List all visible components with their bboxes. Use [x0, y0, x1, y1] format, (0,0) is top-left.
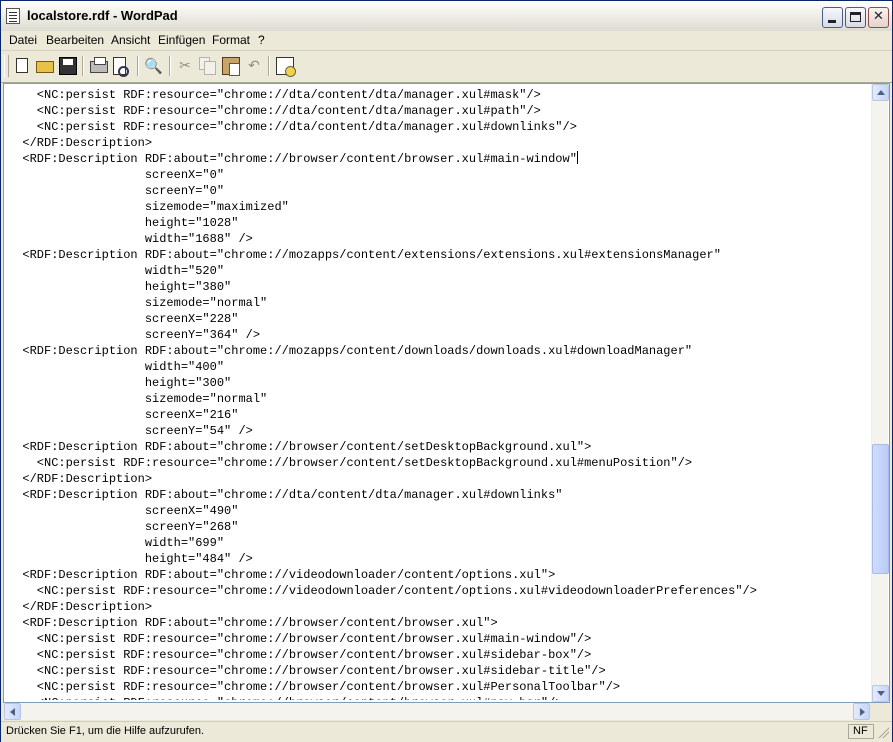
- status-text: Drücken Sie F1, um die Hilfe aufzurufen.: [6, 725, 205, 737]
- toolbar-separator: [169, 56, 171, 76]
- document-line[interactable]: screenX="228": [8, 311, 239, 327]
- document-line[interactable]: </RDF:Description>: [8, 599, 152, 615]
- document-line[interactable]: <NC:persist RDF:resource="chrome://brows…: [8, 631, 592, 647]
- document-line[interactable]: <RDF:Description RDF:about="chrome://bro…: [8, 439, 591, 455]
- menu-datei[interactable]: Datei: [9, 33, 37, 47]
- vertical-scrollbar[interactable]: [871, 84, 889, 702]
- document-line[interactable]: <NC:persist RDF:resource="chrome://brows…: [8, 695, 563, 700]
- status-bar: Drücken Sie F1, um die Hilfe aufzurufen.…: [1, 721, 892, 742]
- document-line[interactable]: screenY="0": [8, 183, 224, 199]
- menu-ansicht[interactable]: Ansicht: [111, 33, 150, 47]
- document-line[interactable]: screenY="54" />: [8, 423, 253, 439]
- title-bar[interactable]: localstore.rdf - WordPad: [1, 1, 892, 32]
- document-line[interactable]: <RDF:Description RDF:about="chrome://moz…: [8, 247, 721, 263]
- document-line[interactable]: <RDF:Description RDF:about="chrome://bro…: [8, 615, 497, 631]
- document-line[interactable]: screenX="490": [8, 503, 239, 519]
- scrollbar-corner: [871, 703, 888, 720]
- print-preview-icon[interactable]: [113, 57, 129, 77]
- maximize-button[interactable]: [845, 7, 866, 28]
- document-line[interactable]: height="300": [8, 375, 231, 391]
- document-line[interactable]: </RDF:Description>: [8, 471, 152, 487]
- cut-icon[interactable]: ✂: [176, 57, 194, 75]
- document-line[interactable]: <RDF:Description RDF:about="chrome://moz…: [8, 343, 692, 359]
- document-line[interactable]: screenY="268": [8, 519, 239, 535]
- print-icon[interactable]: [90, 57, 108, 73]
- document-line[interactable]: <NC:persist RDF:resource="chrome://dta/c…: [8, 103, 541, 119]
- document-line[interactable]: <NC:persist RDF:resource="chrome://brows…: [8, 647, 592, 663]
- document-line[interactable]: width="400": [8, 359, 224, 375]
- document-line[interactable]: <RDF:Description RDF:about="chrome://bro…: [8, 151, 578, 167]
- document-line[interactable]: screenX="0": [8, 167, 224, 183]
- close-button[interactable]: [868, 7, 889, 28]
- scroll-right-button[interactable]: [853, 703, 870, 720]
- date-time-icon[interactable]: [276, 57, 296, 77]
- undo-icon[interactable]: ↶: [245, 57, 263, 75]
- menu-format[interactable]: Format: [212, 33, 250, 47]
- document-line[interactable]: height="380": [8, 279, 231, 295]
- paste-icon[interactable]: [222, 57, 240, 76]
- document-line[interactable]: width="1688" />: [8, 231, 253, 247]
- document-line[interactable]: </RDF:Description>: [8, 135, 152, 151]
- document-line[interactable]: <NC:persist RDF:resource="chrome://brows…: [8, 663, 606, 679]
- scroll-up-button[interactable]: [872, 84, 889, 101]
- toolbar-separator: [268, 56, 270, 76]
- document-line[interactable]: <NC:persist RDF:resource="chrome://brows…: [8, 679, 620, 695]
- new-icon[interactable]: [16, 58, 28, 73]
- document-line[interactable]: sizemode="normal": [8, 295, 267, 311]
- document-area[interactable]: <NC:persist RDF:resource="chrome://dta/c…: [3, 83, 890, 703]
- menu-einfuegen[interactable]: Einfügen: [158, 33, 205, 47]
- wordpad-app-icon[interactable]: [6, 8, 20, 24]
- document-line[interactable]: <NC:persist RDF:resource="chrome://video…: [8, 583, 757, 599]
- resize-grip[interactable]: [877, 726, 889, 738]
- document-line[interactable]: <NC:persist RDF:resource="chrome://dta/c…: [8, 87, 541, 103]
- document-line[interactable]: sizemode="maximized": [8, 199, 289, 215]
- status-panel-num: NF: [848, 724, 874, 739]
- find-icon[interactable]: 🔍: [144, 57, 163, 75]
- document-line[interactable]: <NC:persist RDF:resource="chrome://brows…: [8, 455, 692, 471]
- document-line[interactable]: width="520": [8, 263, 224, 279]
- save-icon[interactable]: [59, 57, 77, 75]
- document-line[interactable]: <RDF:Description RDF:about="chrome://vid…: [8, 567, 555, 583]
- document-line[interactable]: height="1028": [8, 215, 239, 231]
- document-line[interactable]: width="699": [8, 535, 224, 551]
- open-icon[interactable]: [36, 61, 54, 73]
- menu-bar: Datei Bearbeiten Ansicht Einfügen Format…: [1, 31, 892, 51]
- vertical-scroll-thumb[interactable]: [872, 444, 889, 574]
- document-line[interactable]: <RDF:Description RDF:about="chrome://dta…: [8, 487, 562, 503]
- toolbar-separator: [82, 56, 84, 76]
- document-line[interactable]: <NC:persist RDF:resource="chrome://dta/c…: [8, 119, 577, 135]
- window-title: localstore.rdf - WordPad: [27, 8, 178, 23]
- scroll-left-button[interactable]: [4, 703, 21, 720]
- text-caret: [576, 151, 578, 164]
- document-line[interactable]: sizemode="normal": [8, 391, 267, 407]
- minimize-button[interactable]: [822, 7, 843, 28]
- copy-icon[interactable]: [199, 57, 216, 75]
- menu-bearbeiten[interactable]: Bearbeiten: [46, 33, 104, 47]
- toolbar: 🔍 ✂ ↶: [1, 51, 892, 83]
- document-line[interactable]: screenX="216": [8, 407, 239, 423]
- document-line[interactable]: height="484" />: [8, 551, 253, 567]
- wordpad-window: localstore.rdf - WordPad Datei Bearbeite…: [0, 0, 893, 742]
- document-line[interactable]: screenY="364" />: [8, 327, 260, 343]
- menu-help[interactable]: ?: [258, 33, 265, 47]
- toolbar-grip[interactable]: [4, 55, 9, 77]
- horizontal-scrollbar[interactable]: [4, 703, 870, 720]
- document-text[interactable]: <NC:persist RDF:resource="chrome://dta/c…: [8, 87, 868, 700]
- scroll-down-button[interactable]: [872, 685, 889, 702]
- toolbar-separator: [137, 56, 139, 76]
